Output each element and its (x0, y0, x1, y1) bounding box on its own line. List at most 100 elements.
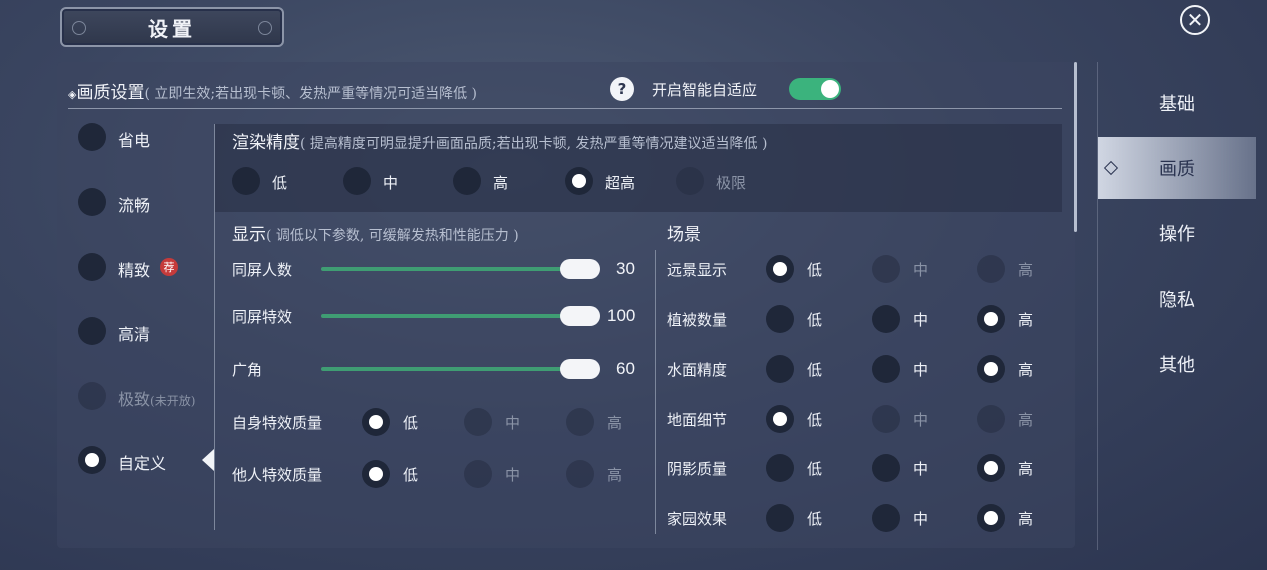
preset-radio-5[interactable] (78, 446, 106, 474)
scene-option-label: 高 (1018, 361, 1034, 379)
selected-pointer-icon (202, 449, 214, 471)
nav-item-0[interactable]: 基础 (1098, 72, 1256, 134)
slider-value: 100 (607, 306, 636, 325)
slider-track[interactable] (321, 314, 583, 318)
effect-option-label: 高 (607, 414, 623, 432)
scrollbar[interactable] (1074, 62, 1077, 232)
diamond-icon (1103, 160, 1119, 176)
scene-radio[interactable] (977, 305, 1005, 333)
scene-option-label: 高 (1018, 261, 1034, 279)
scene-radio[interactable] (766, 305, 794, 333)
scene-radio (977, 255, 1005, 283)
scene-row-label: 地面细节 (667, 411, 728, 429)
render-precision-label: 极限 (716, 174, 747, 192)
slider-value: 60 (616, 359, 635, 378)
nav-item-label: 基础 (1159, 94, 1195, 115)
scene-option-label: 高 (1018, 311, 1034, 329)
quality-section-subtitle: ( 立即生效;若出现卡顿、发热严重等情况可适当降低 ) (144, 86, 478, 102)
scene-radio[interactable] (977, 504, 1005, 532)
scene-row-label: 水面精度 (667, 361, 728, 379)
scene-radio (872, 255, 900, 283)
effect-radio (566, 408, 594, 436)
scene-radio (977, 405, 1005, 433)
scene-option-label: 高 (1018, 460, 1034, 478)
scene-row-label: 远景显示 (667, 261, 728, 279)
scene-row-label: 阴影质量 (667, 460, 728, 478)
scene-option-label: 中 (913, 460, 929, 478)
display-subtitle: ( 调低以下参数, 可缓解发热和性能压力 ) (266, 228, 519, 244)
slider-track[interactable] (321, 267, 583, 271)
close-icon: ✕ (1186, 8, 1204, 32)
page-title: 设置 (148, 16, 196, 41)
render-precision-radio-2[interactable] (453, 167, 481, 195)
render-precision-header: 渲染精度( 提高精度可明显提升画面品质;若出现卡顿, 发热严重等情况建议适当降低… (232, 128, 767, 153)
render-precision-radio-4 (676, 167, 704, 195)
render-precision-radio-1[interactable] (343, 167, 371, 195)
scene-radio (872, 405, 900, 433)
close-button[interactable]: ✕ (1180, 5, 1210, 35)
render-precision-radio-0[interactable] (232, 167, 260, 195)
preset-radio-3[interactable] (78, 317, 106, 345)
preset-label: 极致(未开放) (118, 390, 196, 409)
scene-option-label: 低 (807, 261, 823, 279)
scene-radio[interactable] (872, 504, 900, 532)
nav-item-1[interactable]: 画质 (1098, 137, 1256, 199)
scene-option-label: 中 (913, 361, 929, 379)
render-precision-radio-3[interactable] (565, 167, 593, 195)
scene-radio[interactable] (766, 405, 794, 433)
effect-radio (566, 460, 594, 488)
render-precision-label: 高 (493, 174, 509, 192)
scene-radio[interactable] (977, 355, 1005, 383)
scene-title: 场景 (667, 225, 701, 245)
scene-radio[interactable] (872, 305, 900, 333)
nav-item-4[interactable]: 其他 (1098, 333, 1256, 395)
render-precision-title: 渲染精度 (232, 133, 300, 153)
scene-radio[interactable] (766, 255, 794, 283)
scene-radio[interactable] (766, 504, 794, 532)
scene-radio[interactable] (766, 355, 794, 383)
scene-radio[interactable] (977, 454, 1005, 482)
help-button[interactable]: ? (610, 77, 634, 101)
slider-track[interactable] (321, 367, 583, 371)
question-icon: ? (617, 80, 627, 98)
quality-section-title: 画质设置 (76, 83, 145, 103)
nav-item-2[interactable]: 操作 (1098, 202, 1256, 264)
scene-radio[interactable] (872, 355, 900, 383)
slider-value: 30 (616, 259, 635, 278)
slider-knob[interactable] (560, 306, 600, 326)
ornament-icon (69, 18, 89, 38)
preset-sublabel: (未开放) (150, 394, 196, 408)
scene-option-label: 低 (807, 311, 823, 329)
render-precision-label: 低 (272, 174, 288, 192)
auto-adapt-toggle[interactable] (789, 78, 841, 100)
section-divider (68, 108, 1062, 109)
preset-radio-0[interactable] (78, 123, 106, 151)
slider-knob[interactable] (560, 259, 600, 279)
display-title: 显示 (232, 225, 266, 245)
render-precision-label: 超高 (605, 174, 636, 192)
quality-section-header: ◈画质设置( 立即生效;若出现卡顿、发热严重等情况可适当降低 ) (68, 78, 477, 103)
nav-item-3[interactable]: 隐私 (1098, 268, 1256, 330)
toggle-knob (821, 80, 839, 98)
preset-radio-1[interactable] (78, 188, 106, 216)
effect-option-label: 低 (403, 414, 419, 432)
preset-label: 流畅 (118, 196, 151, 215)
scene-radio[interactable] (872, 454, 900, 482)
scene-option-label: 高 (1018, 510, 1034, 528)
effect-radio (464, 408, 492, 436)
scene-option-label: 低 (807, 361, 823, 379)
preset-radio-4 (78, 382, 106, 410)
effect-radio[interactable] (362, 408, 390, 436)
page-title-plate: 设置 (60, 7, 284, 47)
scene-radio[interactable] (766, 454, 794, 482)
slider-label: 同屏特效 (232, 308, 293, 326)
nav-item-label: 隐私 (1159, 290, 1195, 311)
slider-knob[interactable] (560, 359, 600, 379)
scene-row-label: 家园效果 (667, 510, 728, 528)
effect-radio[interactable] (362, 460, 390, 488)
nav-item-label: 画质 (1159, 159, 1195, 180)
scene-option-label: 中 (913, 311, 929, 329)
preset-radio-2[interactable] (78, 253, 106, 281)
slider-label: 广角 (232, 361, 263, 379)
scene-option-label: 低 (807, 510, 823, 528)
